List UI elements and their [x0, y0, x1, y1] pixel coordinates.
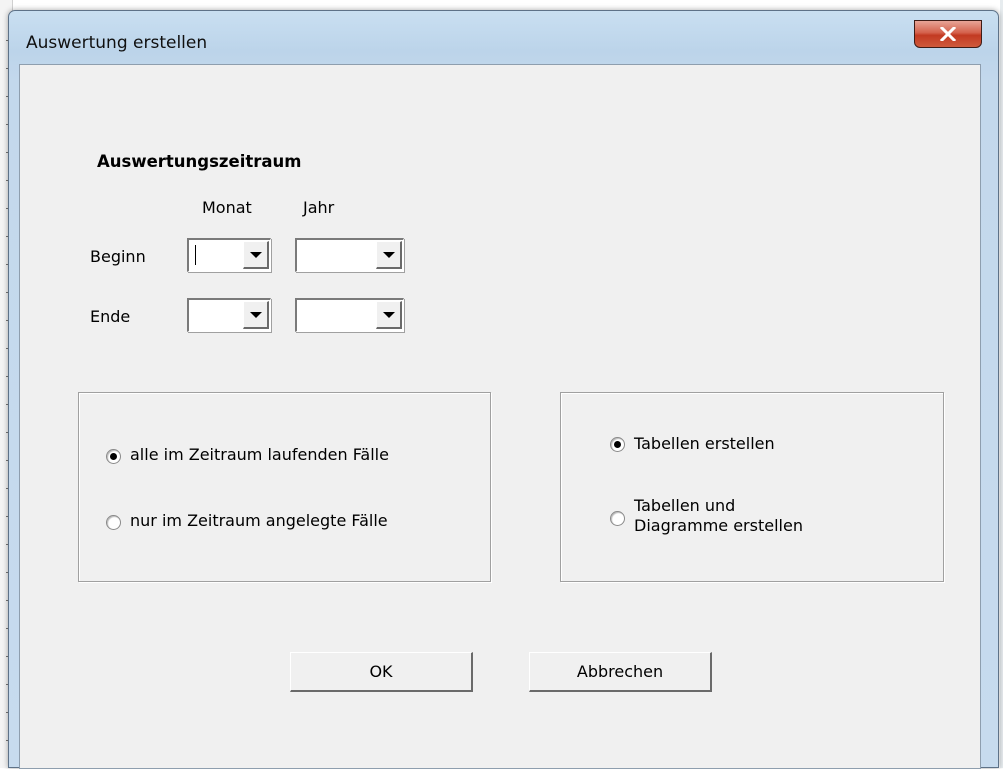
cancel-button[interactable]: Abbrechen	[529, 652, 712, 692]
chevron-down-icon	[382, 311, 395, 318]
end-month-dropdown-button[interactable]	[243, 301, 269, 329]
end-year-combo[interactable]	[295, 298, 404, 332]
output-mode-frame: Tabellen erstellen Tabellen und Diagramm…	[560, 392, 944, 582]
year-column-label: Jahr	[303, 198, 335, 217]
radio-button[interactable]	[610, 511, 625, 526]
radio-label: Tabellen erstellen	[634, 434, 775, 453]
dialog-title: Auswertung erstellen	[26, 33, 208, 53]
begin-row-label: Beginn	[90, 247, 146, 266]
dialog-client-area: Auswertungszeitraum Monat Jahr Beginn En…	[19, 64, 981, 769]
radio-label-line1: Tabellen und	[634, 496, 736, 515]
chevron-down-icon	[249, 251, 262, 258]
end-year-value	[299, 302, 375, 329]
radio-label: nur im Zeitraum angelegte Fälle	[130, 511, 388, 530]
end-month-value	[191, 302, 242, 329]
radio-tables-and-charts[interactable]: Tabellen und Diagramme erstellen	[610, 496, 803, 536]
begin-year-value	[299, 242, 375, 269]
end-row-label: Ende	[90, 307, 131, 326]
chevron-down-icon	[382, 251, 395, 258]
radio-button-checked[interactable]	[610, 437, 625, 452]
chevron-down-icon	[249, 311, 262, 318]
end-month-combo[interactable]	[187, 298, 271, 332]
close-button[interactable]	[914, 20, 982, 48]
end-year-dropdown-button[interactable]	[376, 301, 402, 329]
begin-year-combo[interactable]	[295, 238, 404, 272]
begin-month-value	[191, 242, 242, 269]
period-heading: Auswertungszeitraum	[97, 152, 302, 171]
radio-label-line2: Diagramme erstellen	[634, 516, 803, 535]
radio-newly-created-cases[interactable]: nur im Zeitraum angelegte Fälle	[106, 511, 388, 531]
radio-button-checked[interactable]	[106, 449, 121, 464]
begin-month-combo[interactable]	[187, 238, 271, 272]
dialog-window: Auswertung erstellen Auswertungszeitraum…	[8, 10, 999, 769]
radio-label: Tabellen und Diagramme erstellen	[634, 496, 803, 536]
begin-month-dropdown-button[interactable]	[243, 241, 269, 269]
radio-button[interactable]	[106, 515, 121, 530]
month-column-label: Monat	[202, 198, 252, 217]
begin-year-dropdown-button[interactable]	[376, 241, 402, 269]
case-scope-frame: alle im Zeitraum laufenden Fälle nur im …	[78, 392, 491, 582]
radio-label: alle im Zeitraum laufenden Fälle	[130, 445, 389, 464]
close-icon	[940, 27, 956, 41]
radio-all-running-cases[interactable]: alle im Zeitraum laufenden Fälle	[106, 445, 389, 465]
radio-tables-only[interactable]: Tabellen erstellen	[610, 434, 775, 454]
ok-button[interactable]: OK	[290, 652, 473, 692]
text-caret	[195, 245, 196, 265]
